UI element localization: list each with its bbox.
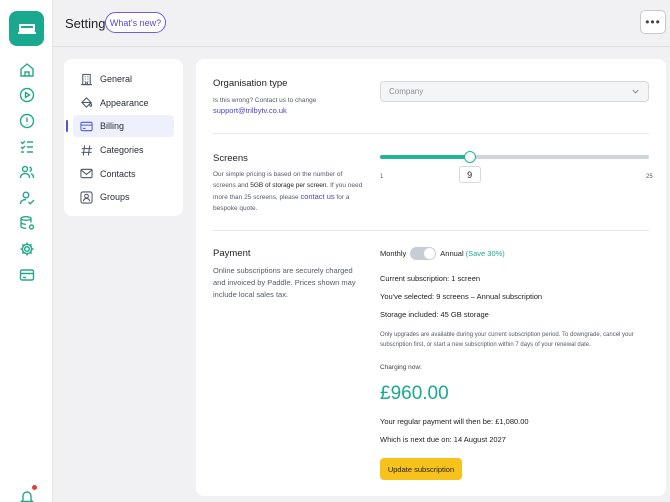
gear-icon[interactable] <box>17 239 36 258</box>
alert-icon[interactable] <box>17 111 36 130</box>
org-type-help: Is this wrong? Contact us to change <box>213 97 317 104</box>
user-check-icon[interactable] <box>17 188 36 207</box>
whats-new-button[interactable]: What's new? <box>105 12 166 33</box>
payment-help: Online subscriptions are securely charge… <box>213 266 356 299</box>
credit-card-icon <box>79 119 93 133</box>
more-options-button[interactable]: ••• <box>640 10 666 34</box>
user-group-icon <box>79 190 93 204</box>
paint-bucket-icon <box>79 96 93 110</box>
switch-knob <box>424 248 436 259</box>
building-icon <box>79 72 93 86</box>
next-due-date: Which is next due on: 14 August 2027 <box>380 435 506 444</box>
org-type-heading: Organisation type <box>213 78 288 89</box>
logo-icon <box>17 23 36 34</box>
screens-slider-handle[interactable] <box>463 151 476 163</box>
nav-label: Categories <box>100 145 144 156</box>
billing-period-toggle: Monthly Annual (Save 30%) <box>380 247 505 260</box>
line-value: 14 August 2027 <box>453 435 506 444</box>
storage-settings-icon[interactable] <box>17 213 36 232</box>
upgrade-note: Only upgrades are available during your … <box>380 332 634 348</box>
storage-included: Storage included: 45 GB storage <box>380 310 489 319</box>
screens-slider-track[interactable] <box>380 155 649 159</box>
org-type-value: Company <box>389 87 424 96</box>
save-badge: (Save 30%) <box>465 249 505 258</box>
screens-help: Our simple pricing is based on the numbe… <box>213 169 363 214</box>
nav-label: Billing <box>100 121 125 132</box>
current-subscription: Current subscription: 1 screen <box>380 274 480 283</box>
bell-icon[interactable] <box>17 485 37 502</box>
app-logo[interactable] <box>9 11 44 46</box>
slider-min-label: 1 <box>380 174 384 180</box>
line-value: 1 screen <box>451 274 481 283</box>
billing-panel: Organisation type Is this wrong? Contact… <box>196 59 666 496</box>
selected-subscription: You've selected: 9 screens – Annual subs… <box>380 292 542 301</box>
charging-now-label: Charging now: <box>380 364 422 371</box>
mail-icon <box>79 167 93 181</box>
charge-amount: £960.00 <box>380 383 449 404</box>
users-icon[interactable] <box>17 162 36 181</box>
nav-label: General <box>100 74 133 84</box>
nav-item-categories[interactable]: Categories <box>73 139 174 161</box>
line-prefix: Storage included: <box>380 310 441 319</box>
line-prefix: You've selected: <box>380 292 437 301</box>
org-type-select[interactable]: Company <box>380 81 649 102</box>
checklist-icon[interactable] <box>17 137 36 156</box>
line-value: 45 GB storage <box>440 310 489 319</box>
top-bar: Settings What's new? ••• <box>53 0 670 47</box>
nav-item-groups[interactable]: Groups <box>73 186 174 208</box>
nav-item-general[interactable]: General <box>73 68 174 90</box>
line-value: 9 screens – Annual subscription <box>436 292 543 301</box>
support-email-link[interactable]: support@trilbytv.co.uk <box>213 106 287 115</box>
notification-dot <box>32 485 37 490</box>
ellipsis-icon: ••• <box>645 15 661 29</box>
screens-slider-fill <box>380 155 470 159</box>
nav-label: Appearance <box>100 97 149 108</box>
billing-period-switch[interactable] <box>410 247 437 260</box>
nav-item-contacts[interactable]: Contacts <box>73 163 174 185</box>
line-prefix: Your regular payment will then be: <box>380 417 496 426</box>
screens-value-box: 9 <box>458 166 481 183</box>
contact-us-link[interactable]: contact us <box>300 192 334 201</box>
nav-item-appearance[interactable]: Appearance <box>73 92 174 114</box>
play-icon[interactable] <box>17 85 36 104</box>
regular-payment: Your regular payment will then be: £1,08… <box>380 417 529 426</box>
line-prefix: Which is next due on: <box>380 435 454 444</box>
line-value: £1,080.00 <box>495 417 529 426</box>
hash-icon <box>79 143 93 157</box>
home-icon[interactable] <box>17 60 36 79</box>
divider <box>213 230 649 231</box>
line-prefix: Current subscription: <box>380 274 452 283</box>
update-subscription-button[interactable]: Update subscription <box>380 458 462 480</box>
screens-heading: Screens <box>213 153 248 164</box>
annual-label: Annual <box>440 249 464 258</box>
nav-label: Groups <box>100 192 130 203</box>
divider <box>213 133 649 134</box>
chevron-down-icon <box>632 89 639 94</box>
payment-heading: Payment <box>213 248 251 259</box>
credit-card-icon[interactable] <box>17 265 36 284</box>
nav-label: Contacts <box>100 168 136 179</box>
app-rail <box>0 0 53 502</box>
help-emphasis: 5GB of storage per screen <box>250 182 327 189</box>
monthly-label: Monthly <box>380 249 407 258</box>
slider-max-label: 25 <box>646 174 653 180</box>
settings-nav: General Appearance Billing Categories Co… <box>64 59 183 216</box>
nav-item-billing[interactable]: Billing <box>66 115 174 138</box>
